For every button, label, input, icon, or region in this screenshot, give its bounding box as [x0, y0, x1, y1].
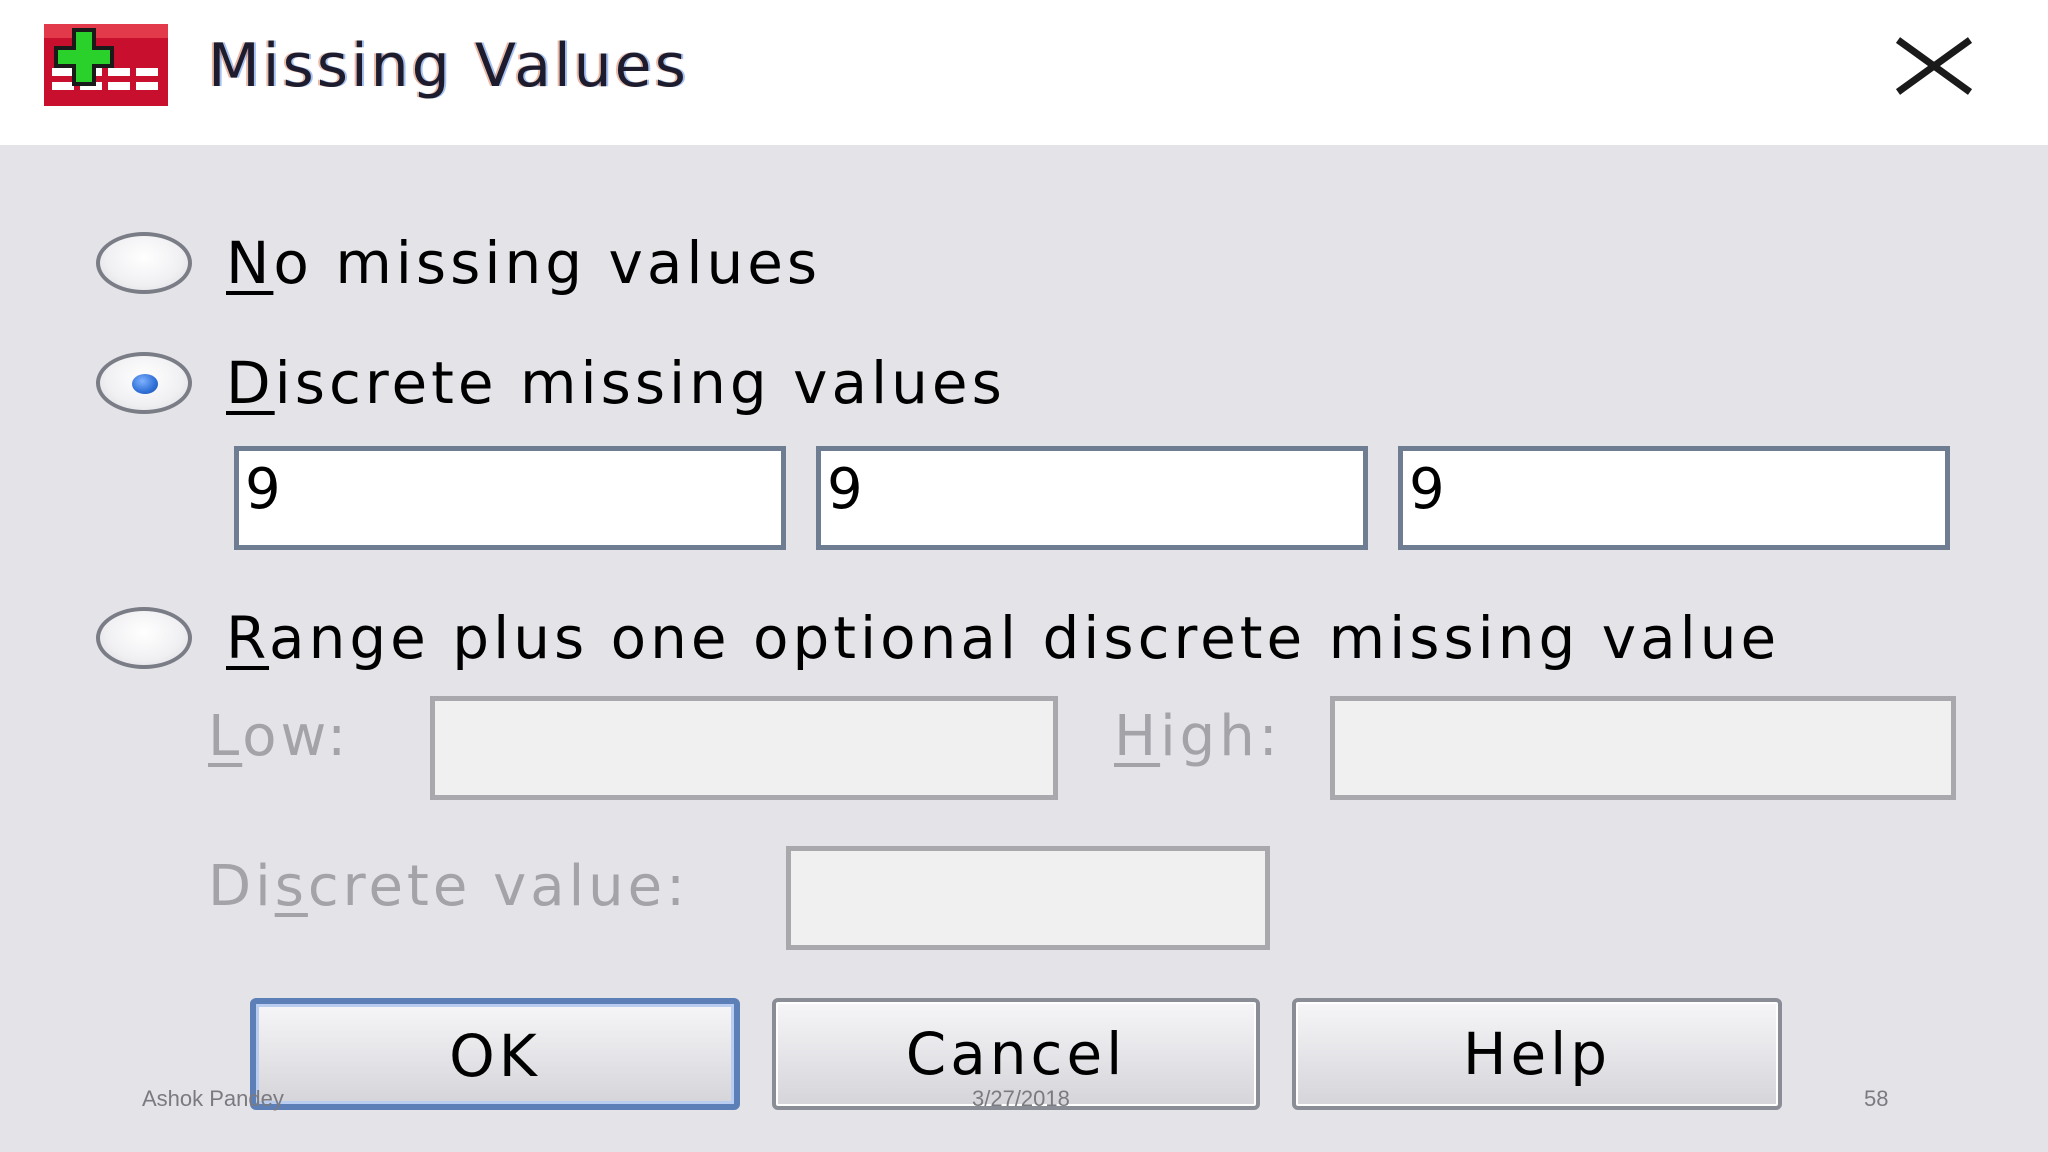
discrete-value-field-3[interactable]: 9	[1398, 446, 1950, 550]
discrete-missing-values-label: Discrete missing values	[226, 349, 1006, 417]
discrete-value-field-2[interactable]: 9	[816, 446, 1368, 550]
dialog-title: Missing Values	[208, 31, 689, 101]
ok-button[interactable]: OK	[250, 998, 740, 1110]
radio-circle[interactable]	[96, 352, 192, 414]
radio-circle[interactable]	[96, 232, 192, 294]
spss-data-table-icon	[44, 24, 168, 106]
discrete-missing-values-radio[interactable]: Discrete missing values	[96, 349, 1096, 432]
low-input[interactable]	[430, 696, 1058, 800]
footer-page-number: 58	[1864, 1086, 1889, 1111]
discrete-value-label: Discrete value:	[208, 854, 689, 919]
range-plus-discrete-radio[interactable]: Range plus one optional discrete missing…	[96, 604, 1976, 687]
low-label: Low:	[208, 704, 351, 769]
discrete-value-field-1[interactable]: 9	[234, 446, 786, 550]
help-button[interactable]: Help	[1292, 998, 1782, 1110]
footer-author: Ashok Pandey	[142, 1086, 284, 1111]
no-missing-values-label: No missing values	[226, 229, 822, 297]
range-plus-discrete-label: Range plus one optional discrete missing…	[226, 604, 1781, 672]
footer-date: 3/27/2018	[972, 1086, 1070, 1111]
close-icon[interactable]	[1888, 32, 1980, 100]
high-input[interactable]	[1330, 696, 1956, 800]
radio-circle[interactable]	[96, 607, 192, 669]
title-bar: Missing Values	[0, 0, 2048, 145]
no-missing-values-radio[interactable]: No missing values	[96, 229, 896, 312]
discrete-value-input[interactable]	[786, 846, 1270, 950]
high-label: High:	[1114, 704, 1282, 769]
radio-selected-dot	[132, 374, 158, 394]
